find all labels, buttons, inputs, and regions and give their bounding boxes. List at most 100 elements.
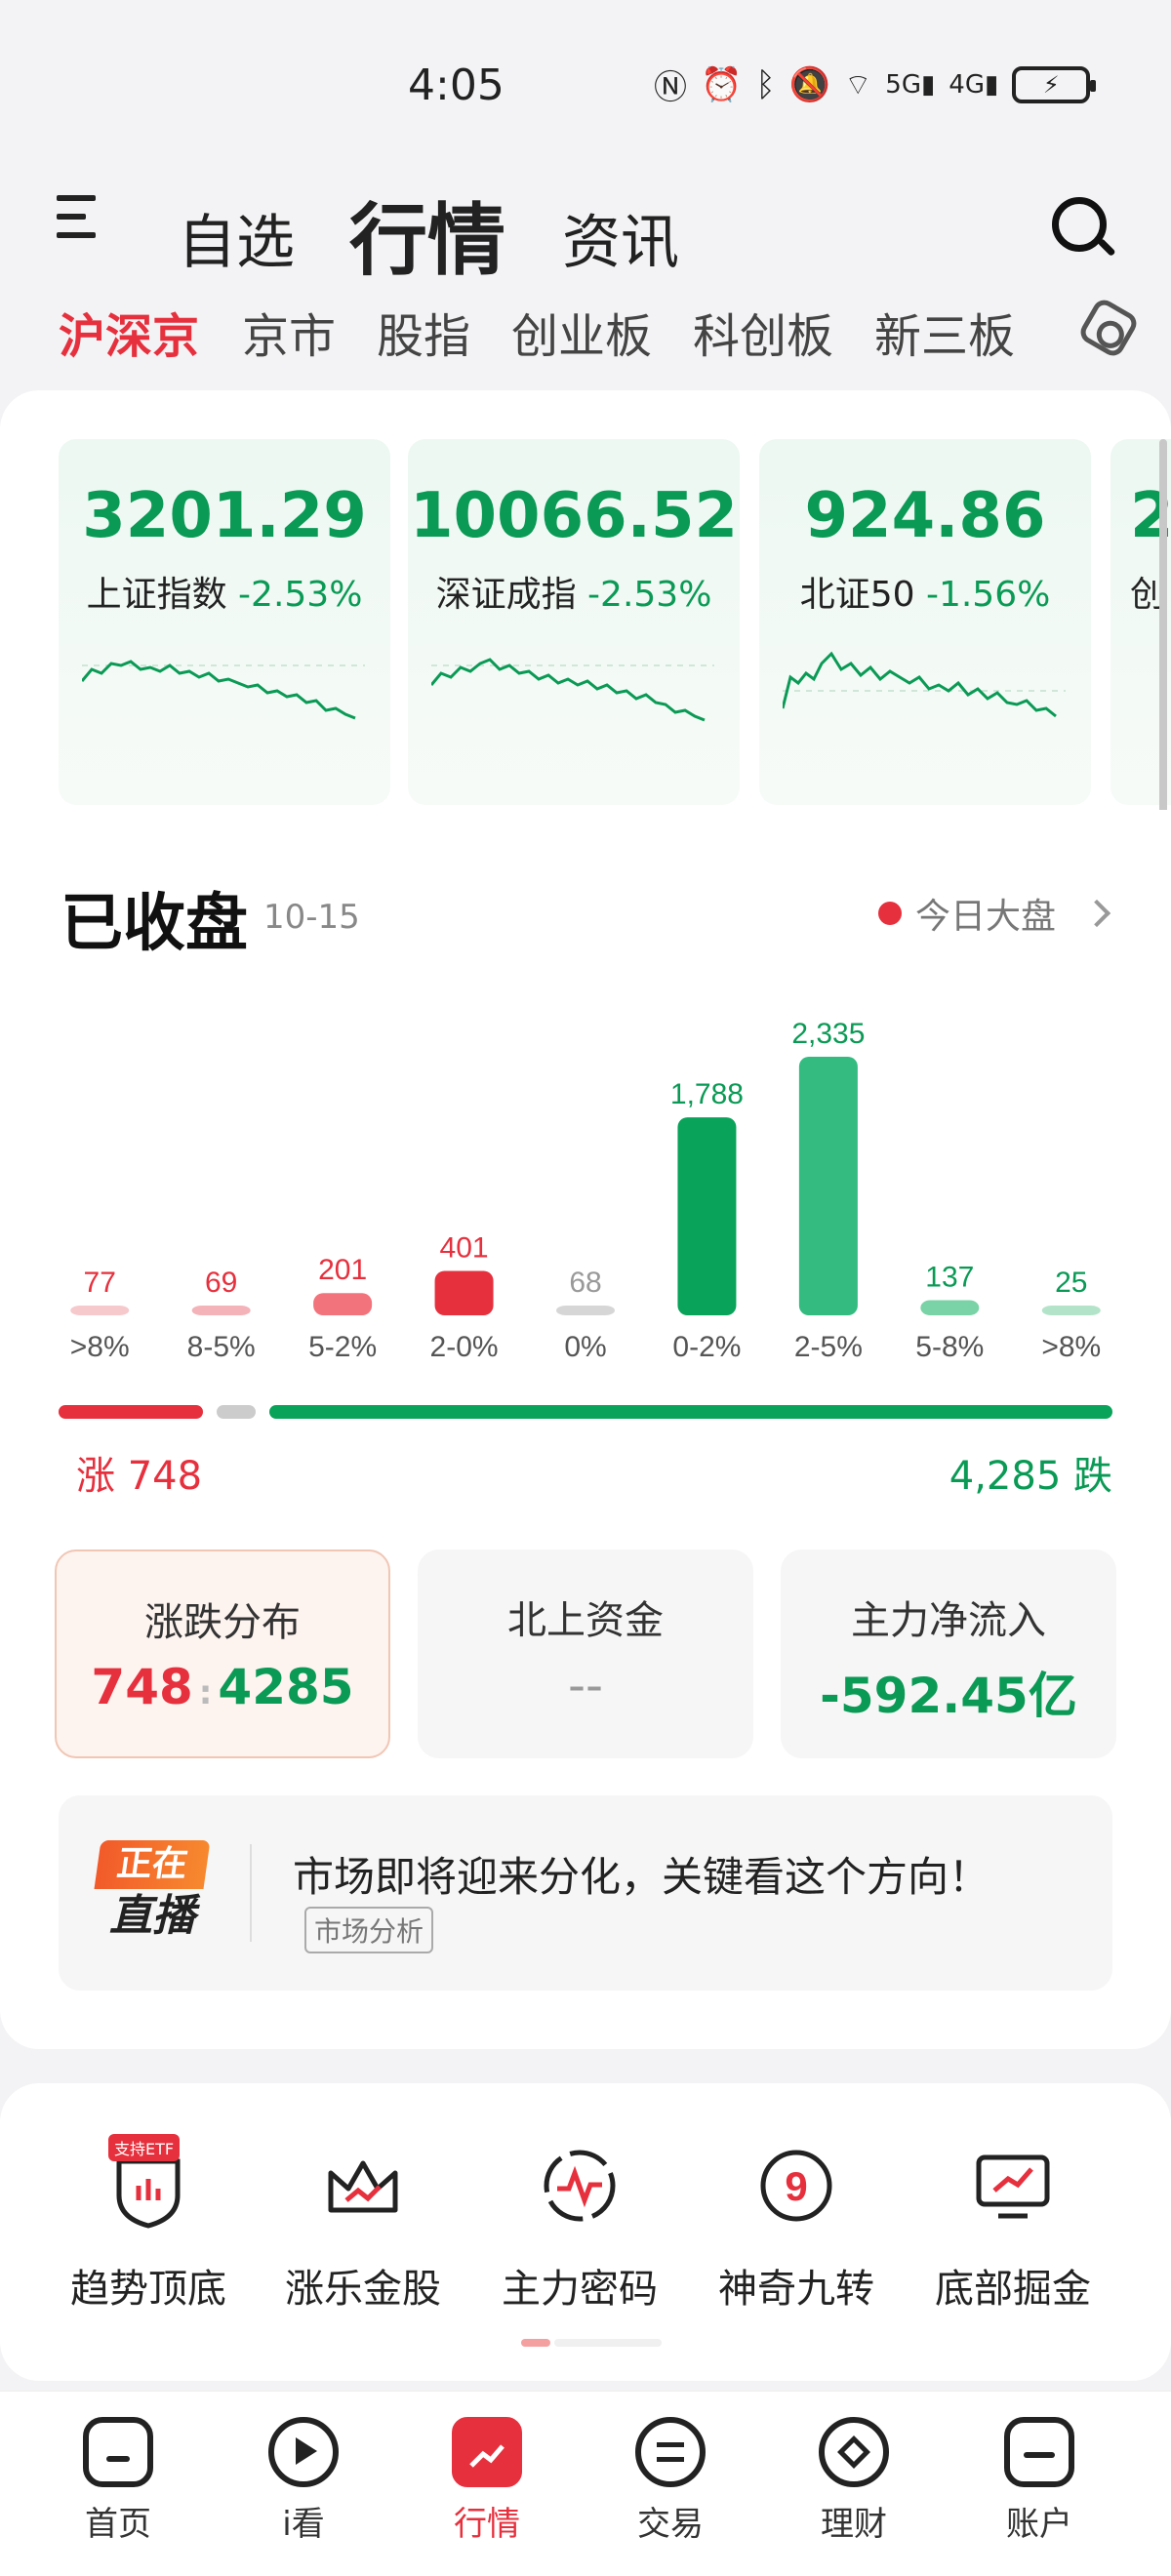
subtab-hsj[interactable]: 沪深京 bbox=[59, 298, 199, 366]
scrollbar[interactable] bbox=[1159, 439, 1167, 810]
bar-value-label: 137 bbox=[925, 1261, 974, 1293]
nav-wealth[interactable]: 理财 bbox=[781, 2417, 927, 2545]
bluetooth-icon: ᛒ bbox=[755, 64, 776, 104]
subtab-index[interactable]: 股指 bbox=[377, 298, 470, 366]
index-sparkline bbox=[431, 658, 714, 722]
menu-icon[interactable] bbox=[57, 195, 100, 250]
nav-account[interactable]: 账户 bbox=[966, 2417, 1112, 2545]
subtab-neeq[interactable]: 新三板 bbox=[874, 298, 1015, 366]
subtab-chinext[interactable]: 创业板 bbox=[511, 298, 652, 366]
distribution-bar bbox=[556, 1306, 615, 1315]
stat-title: 涨跌分布 bbox=[144, 1600, 301, 1645]
index-value: 924.86 bbox=[804, 480, 1046, 552]
today-market-label: 今日大盘 bbox=[915, 897, 1057, 937]
tool-golden-stock[interactable]: 涨乐金股 bbox=[265, 2142, 461, 2314]
category-tick-label: >8% bbox=[1041, 1331, 1101, 1363]
wifi-icon: ⌔ bbox=[844, 67, 872, 102]
tab-market[interactable]: 行情 bbox=[349, 178, 505, 291]
subtab-bj[interactable]: 京市 bbox=[242, 298, 336, 366]
breadth-bar bbox=[59, 1405, 1112, 1419]
tools-card: 支持ETF 趋势顶底 涨乐金股 主力密码 9 神奇九转 底部掘金 bbox=[0, 2083, 1171, 2381]
index-card-bz50[interactable]: 924.86 北证50 -1.56% bbox=[759, 439, 1091, 805]
category-tick-label: 2-5% bbox=[794, 1331, 863, 1363]
distribution-bar bbox=[920, 1300, 980, 1315]
market-date: 10-15 bbox=[263, 898, 360, 937]
live-tag: 市场分析 bbox=[304, 1907, 434, 1953]
nav-market[interactable]: 行情 bbox=[414, 2417, 560, 2545]
fall-count: 4,285 跌 bbox=[949, 1454, 1112, 1499]
market-status-title: 已收盘 bbox=[61, 888, 248, 960]
category-tick-label: 0-2% bbox=[672, 1331, 741, 1363]
today-market-link[interactable]: 今日大盘 bbox=[878, 888, 1111, 939]
index-label: 北证50 -1.56% bbox=[799, 575, 1051, 615]
live-title: 市场即将迎来分化，关键看这个方向！ bbox=[293, 1853, 990, 1901]
stat-title: 北上资金 bbox=[507, 1598, 664, 1643]
stat-rise-fall[interactable]: 涨跌分布 748:4285 bbox=[55, 1550, 390, 1758]
index-card-sz[interactable]: 10066.52 深证成指 -2.53% bbox=[408, 439, 740, 805]
rise-fall-distribution-chart: 77 >8% 69 8-5% 201 5-2% 401 2-0% 68 0% 1,788 0-2% 2,… bbox=[70, 1018, 1101, 1363]
bar-value-label: 77 bbox=[84, 1267, 116, 1299]
stat-northbound[interactable]: 北上资金 -- bbox=[418, 1550, 753, 1758]
stat-value: -- bbox=[567, 1657, 604, 1713]
live-broadcast-card[interactable]: 正在 直播 市场即将迎来分化，关键看这个方向！ 市场分析 bbox=[59, 1795, 1112, 1991]
bar-value-label: 25 bbox=[1055, 1267, 1087, 1299]
trend-shield-icon: 支持ETF bbox=[104, 2134, 192, 2230]
index-sparkline bbox=[82, 660, 365, 720]
svg-text:9: 9 bbox=[785, 2163, 807, 2209]
battery-charging-icon: ⚡ bbox=[1012, 65, 1097, 103]
nav-watch[interactable]: i看 bbox=[230, 2417, 377, 2545]
sub-tabs: 沪深京 京市 股指 创业板 科创板 新三板 bbox=[59, 298, 1132, 366]
tool-bottom-dig[interactable]: 底部掘金 bbox=[915, 2142, 1110, 2314]
nav-home[interactable]: 首页 bbox=[45, 2417, 191, 2545]
bar-value-label: 201 bbox=[318, 1254, 367, 1286]
category-tick-label: 2-0% bbox=[430, 1331, 499, 1363]
divider bbox=[250, 1844, 252, 1942]
status-bar: 4:05 Ⓝ ⏰ ᛒ 🔕 ⌔ 5G▮ 4G▮ ⚡ bbox=[0, 0, 1171, 146]
tool-nine-turn[interactable]: 9 神奇九转 bbox=[699, 2142, 894, 2314]
5g-signal-icon: 5G▮ bbox=[885, 69, 936, 100]
search-icon[interactable] bbox=[1052, 197, 1116, 260]
category-tick-label: 5-2% bbox=[308, 1331, 377, 1363]
index-sparkline bbox=[783, 651, 1066, 718]
index-card-sh[interactable]: 3201.29 上证指数 -2.53% bbox=[59, 439, 390, 805]
subtab-star[interactable]: 科创板 bbox=[693, 298, 833, 366]
stat-main-inflow[interactable]: 主力净流入 -592.45亿 bbox=[781, 1550, 1116, 1758]
4g-signal-icon: 4G▮ bbox=[949, 69, 999, 100]
tab-watchlist[interactable]: 自选 bbox=[178, 195, 295, 280]
distribution-bar bbox=[798, 1057, 858, 1315]
category-tick-label: 5-8% bbox=[915, 1331, 984, 1363]
bar-value-label: 2,335 bbox=[791, 1018, 865, 1050]
status-icons: Ⓝ ⏰ ᛒ 🔕 ⌔ 5G▮ 4G▮ ⚡ bbox=[654, 60, 1097, 108]
page-indicator-active bbox=[521, 2339, 550, 2347]
index-value: 3201.29 bbox=[82, 480, 367, 552]
monitor-chart-icon bbox=[969, 2142, 1057, 2230]
nav-trade[interactable]: 交易 bbox=[597, 2417, 744, 2545]
mute-icon: 🔕 bbox=[788, 64, 831, 104]
tool-trend[interactable]: 支持ETF 趋势顶底 bbox=[51, 2134, 246, 2314]
live-dot-icon bbox=[878, 902, 902, 925]
breadth-bar-rise bbox=[59, 1405, 203, 1419]
category-tick-label: 0% bbox=[564, 1331, 606, 1363]
stat-value: 748:4285 bbox=[91, 1659, 354, 1715]
account-icon bbox=[1004, 2417, 1074, 2487]
distribution-bar bbox=[70, 1306, 130, 1315]
crown-icon bbox=[319, 2142, 407, 2230]
tab-news[interactable]: 资讯 bbox=[562, 195, 679, 280]
nine-circle-icon: 9 bbox=[752, 2142, 840, 2230]
status-time: 4:05 bbox=[408, 60, 505, 110]
distribution-bar bbox=[1041, 1306, 1101, 1315]
home-icon bbox=[83, 2417, 153, 2487]
category-tick-label: >8% bbox=[70, 1331, 130, 1363]
tool-main-code[interactable]: 主力密码 bbox=[482, 2142, 677, 2314]
breadth-bar-flat bbox=[217, 1405, 256, 1419]
rise-count: 涨 748 bbox=[76, 1454, 203, 1499]
market-overview-card: 3201.29 上证指数 -2.53% 10066.52 深证成指 -2.53%… bbox=[0, 390, 1171, 2049]
alarm-icon: ⏰ bbox=[701, 64, 743, 104]
live-badge: 正在 直播 bbox=[94, 1840, 211, 1946]
bottom-nav: 首页 i看 行情 交易 理财 账户 bbox=[0, 2391, 1171, 2576]
index-label: 深证成指 -2.53% bbox=[435, 575, 712, 615]
bar-value-label: 68 bbox=[569, 1267, 601, 1299]
index-label: 上证指数 -2.53% bbox=[86, 575, 363, 615]
breadth-bar-fall bbox=[269, 1405, 1112, 1419]
stat-value: -592.45亿 bbox=[820, 1668, 1077, 1724]
